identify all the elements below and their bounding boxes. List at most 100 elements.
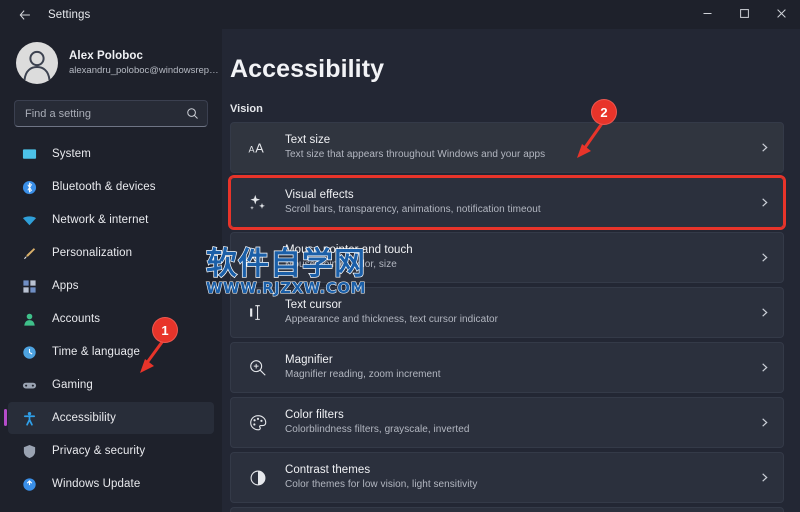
sidebar-item-accessibility[interactable]: Accessibility [4,402,214,434]
update-icon [20,475,38,493]
wifi-icon [20,211,38,229]
sidebar-item-label: Gaming [52,379,93,391]
avatar [16,42,58,84]
shield-icon [20,442,38,460]
window-title: Settings [48,8,91,21]
contrast-icon [245,468,271,488]
settings-list: A A Text size Text size that appears throu… [228,122,786,512]
sparkle-icon [245,193,271,213]
setting-text: Contrast themes Color themes for low visi… [285,463,759,492]
setting-contrast-themes[interactable]: Contrast themes Color themes for low visi… [230,452,784,503]
sidebar-item-label: Apps [52,280,79,292]
sidebar: Alex Poloboc alexandru_poloboc@windowsre… [0,29,222,512]
clock-icon [20,343,38,361]
setting-mouse-pointer-and-touch[interactable]: Mouse pointer and touch Mouse pointer col… [230,232,784,283]
accessibility-icon [20,409,38,427]
person-avatar-icon [16,42,58,84]
account-text: Alex Poloboc alexandru_poloboc@windowsre… [69,49,222,78]
sidebar-item-label: Privacy & security [52,445,146,457]
setting-subtitle: Appearance and thickness, text cursor in… [285,314,499,325]
sidebar-item-personalization[interactable]: Personalization [8,237,214,269]
text-size-icon: A A [245,138,271,158]
gamepad-icon [20,376,38,394]
magnifier-icon [245,358,271,378]
search-input[interactable] [25,107,186,120]
chevron-right-icon[interactable] [759,472,770,483]
sidebar-item-privacy-security[interactable]: Privacy & security [8,435,214,467]
sidebar-item-bluetooth-devices[interactable]: Bluetooth & devices [8,171,214,203]
setting-text: Magnifier Magnifier reading, zoom increme… [285,353,759,382]
maximize-button[interactable] [726,0,763,29]
sidebar-item-label: Network & internet [52,214,149,226]
setting-subtitle: Color themes for low vision, light sensi… [285,479,478,490]
chevron-right-icon[interactable] [759,417,770,428]
minimize-button[interactable] [689,0,726,29]
window-controls [689,0,800,29]
sidebar-item-gaming[interactable]: Gaming [8,369,214,401]
person-icon [20,310,38,328]
setting-title: Visual effects [285,189,354,201]
sidebar-item-label: Accessibility [52,412,116,424]
chevron-right-icon[interactable] [759,307,770,318]
sidebar-item-apps[interactable]: Apps [8,270,214,302]
sidebar-item-label: Personalization [52,247,133,259]
sidebar-item-time-language[interactable]: Time & language [8,336,214,368]
search-container [0,91,222,127]
back-button[interactable] [8,2,42,28]
chevron-right-icon[interactable] [759,362,770,373]
search-box[interactable] [14,100,208,127]
sidebar-item-windows-update[interactable]: Windows Update [8,468,214,500]
setting-magnifier[interactable]: Magnifier Magnifier reading, zoom increme… [230,342,784,393]
main-content: Accessibility Vision A A Text size Text si… [222,29,800,512]
sidebar-item-network-internet[interactable]: Network & internet [8,204,214,236]
minimize-icon [702,6,713,24]
setting-color-filters[interactable]: Color filters Colorblindness filters, gra… [230,397,784,448]
chevron-right-icon[interactable] [759,142,770,153]
settings-window: Settings Alex Poloboc alexandru_poloboc@… [0,0,800,512]
text-cursor-icon [245,303,271,323]
maximize-icon [739,6,750,24]
setting-subtitle: Colorblindness filters, grayscale, inver… [285,424,470,435]
setting-text: Color filters Colorblindness filters, gra… [285,408,759,437]
sidebar-item-accounts[interactable]: Accounts [8,303,214,335]
close-button[interactable] [763,0,800,29]
monitor-icon [20,145,38,163]
svg-text:A: A [255,140,264,155]
sidebar-nav: System Bluetooth & devices Network & inte… [0,138,222,500]
sidebar-item-label: Windows Update [52,478,141,490]
title-bar: Settings [0,0,800,29]
setting-narrator[interactable]: NarratorVoice, verbosity, keyboard, brai… [230,507,784,512]
setting-title: Magnifier [285,354,333,366]
sidebar-item-label: Accounts [52,313,101,325]
sidebar-item-label: Time & language [52,346,141,358]
sidebar-item-system[interactable]: System [8,138,214,170]
setting-title: Color filters [285,409,344,421]
setting-title: Text cursor [285,299,342,311]
setting-title: Text size [285,134,331,146]
account-email: alexandru_poloboc@windowsreport... [69,64,222,76]
account-name: Alex Poloboc [69,49,144,62]
group-label-vision: Vision [230,103,263,115]
setting-title: Mouse pointer and touch [285,244,413,256]
setting-text: Text cursor Appearance and thickness, tex… [285,298,759,327]
setting-subtitle: Mouse pointer color, size [285,259,397,270]
window-body: Alex Poloboc alexandru_poloboc@windowsre… [0,29,800,512]
mouse-pointer-icon [245,248,271,268]
account-profile[interactable]: Alex Poloboc alexandru_poloboc@windowsre… [0,29,222,91]
close-icon [776,6,787,24]
setting-title: Contrast themes [285,464,371,476]
annotation-badge-2: 2 [591,99,617,125]
setting-text-size[interactable]: A A Text size Text size that appears throu… [230,122,784,173]
color-palette-icon [245,413,271,433]
search-icon [186,107,199,120]
sidebar-item-label: System [52,148,91,160]
chevron-right-icon[interactable] [759,197,770,208]
bluetooth-icon [20,178,38,196]
setting-visual-effects[interactable]: Visual effects Scroll bars, transparency,… [228,175,786,230]
arrow-left-icon [18,8,32,22]
setting-subtitle: Magnifier reading, zoom increment [285,369,441,380]
annotation-badge-1: 1 [152,317,178,343]
setting-text: Mouse pointer and touch Mouse pointer col… [285,243,759,272]
setting-text-cursor[interactable]: Text cursor Appearance and thickness, tex… [230,287,784,338]
chevron-right-icon[interactable] [759,252,770,263]
